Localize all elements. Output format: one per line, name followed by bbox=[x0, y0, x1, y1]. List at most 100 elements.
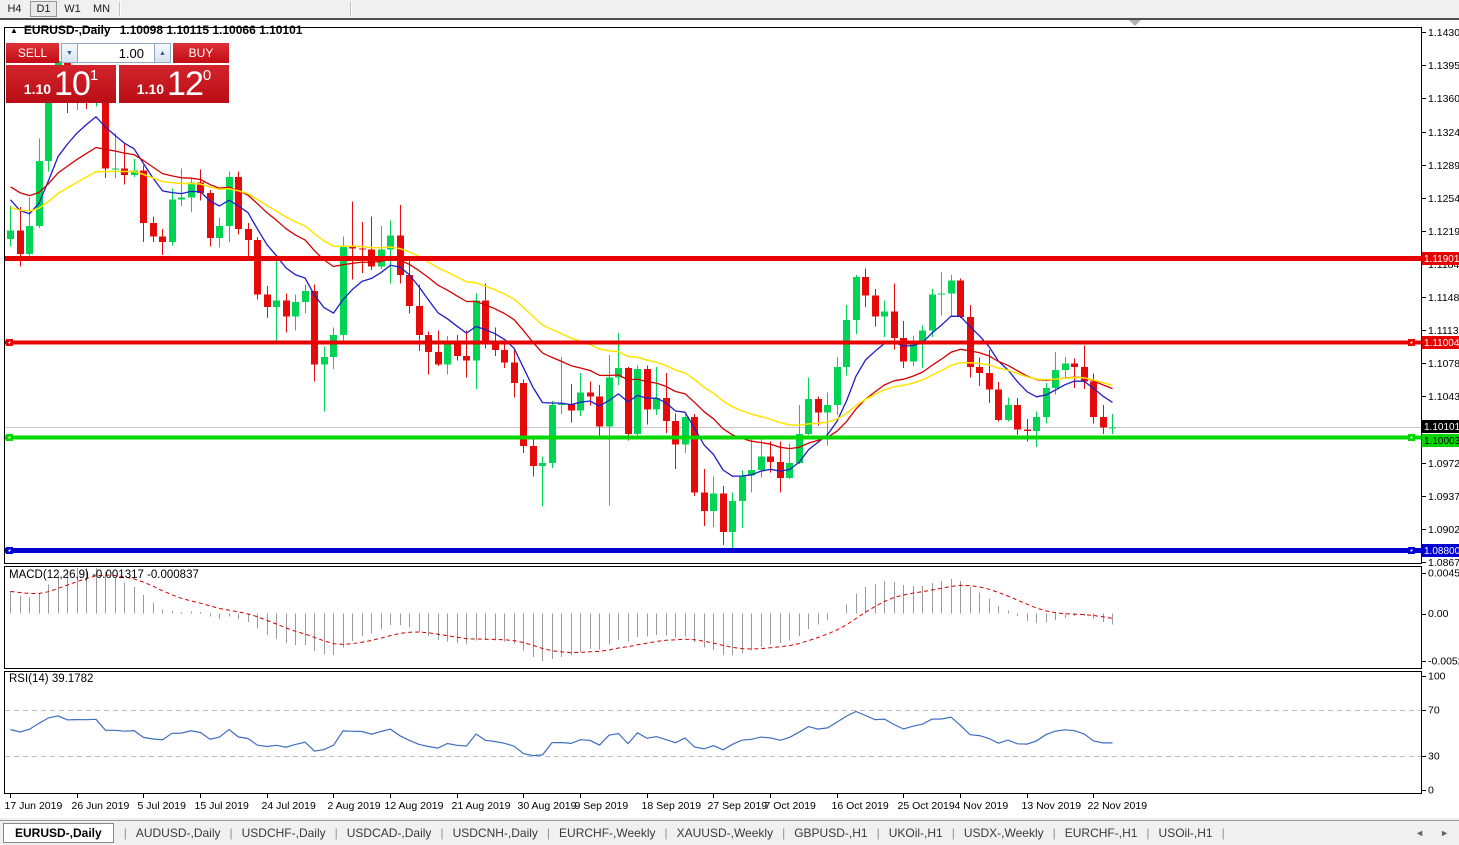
svg-text:1.10003: 1.10003 bbox=[1424, 436, 1459, 447]
spin-down-icon: ▼ bbox=[66, 49, 73, 57]
svg-text:9 Sep 2019: 9 Sep 2019 bbox=[575, 800, 629, 812]
macd-indicator-label: MACD(12,26,9) -0.001317 -0.000837 bbox=[9, 569, 199, 581]
svg-text:4 Nov 2019: 4 Nov 2019 bbox=[955, 800, 1009, 812]
collapse-arrow-icon[interactable]: ▲ bbox=[10, 26, 18, 35]
chart-canvas[interactable]: 1.14300 1.13950 1.13600 1.13240 1.12890 1.125… bbox=[0, 0, 1459, 845]
tab-usdx-weekly[interactable]: USDX-,Weekly bbox=[962, 823, 1046, 843]
bid-price-prefix: 1.10 bbox=[23, 81, 52, 97]
tab-usdcad-daily[interactable]: USDCAD-,Daily bbox=[345, 823, 434, 843]
svg-text:26 Jun 2019: 26 Jun 2019 bbox=[72, 800, 130, 812]
tab-separator bbox=[223, 826, 240, 840]
svg-text:1.11130: 1.11130 bbox=[1428, 325, 1459, 337]
volume-input[interactable]: 1.00 bbox=[78, 43, 154, 63]
svg-text:5 Jul 2019: 5 Jul 2019 bbox=[138, 800, 187, 812]
chart-title: ▲ EURUSD-,Daily 1.10098 1.10115 1.10066 … bbox=[10, 23, 302, 37]
volume-decrease-button[interactable]: ▼ bbox=[61, 43, 78, 63]
svg-text:1.12890: 1.12890 bbox=[1428, 160, 1459, 172]
svg-text:1.10430: 1.10430 bbox=[1428, 391, 1459, 403]
svg-text:1.10780: 1.10780 bbox=[1428, 358, 1459, 370]
buy-button[interactable]: BUY bbox=[173, 43, 229, 63]
tab-scroll-left-icon[interactable]: ◄ bbox=[1415, 828, 1424, 838]
svg-text:22 Nov 2019: 22 Nov 2019 bbox=[1088, 800, 1148, 812]
ask-price-panel[interactable]: 1.10 12 0 bbox=[119, 65, 229, 103]
spin-up-icon: ▲ bbox=[159, 49, 166, 57]
price-axis: 1.14300 1.13950 1.13600 1.13240 1.12890 1.125… bbox=[1421, 27, 1459, 569]
tab-eurchf-h1[interactable]: EURCHF-,H1 bbox=[1063, 823, 1140, 843]
svg-text:12 Aug 2019: 12 Aug 2019 bbox=[385, 800, 444, 812]
rsi-indicator-label: RSI(14) 39.1782 bbox=[9, 673, 94, 685]
svg-text:1.09720: 1.09720 bbox=[1428, 458, 1459, 470]
chart-shift-marker-icon bbox=[1129, 20, 1141, 26]
svg-text:25 Oct 2019: 25 Oct 2019 bbox=[898, 800, 955, 812]
tab-usdchf-daily[interactable]: USDCHF-,Daily bbox=[240, 823, 328, 843]
svg-text:1.14300: 1.14300 bbox=[1428, 27, 1459, 39]
svg-text:1.12540: 1.12540 bbox=[1428, 193, 1459, 205]
one-click-trade-panel: SELL ▼ 1.00 ▲ BUY 1.10 10 1 1.10 12 0 bbox=[6, 43, 229, 103]
svg-text:21 Aug 2019: 21 Aug 2019 bbox=[452, 800, 511, 812]
tab-separator bbox=[540, 826, 557, 840]
tab-eurusd-daily[interactable]: EURUSD-,Daily bbox=[3, 823, 114, 843]
bid-price-panel[interactable]: 1.10 10 1 bbox=[6, 65, 116, 103]
bid-price-pips: 10 bbox=[54, 65, 91, 103]
svg-text:1.13240: 1.13240 bbox=[1428, 127, 1459, 139]
timeframe-button-h4[interactable]: H4 bbox=[1, 1, 28, 17]
svg-text:30: 30 bbox=[1428, 750, 1440, 762]
chart-tab-bar: EURUSD-,Daily AUDUSD-,Daily USDCHF-,Dail… bbox=[0, 820, 1459, 845]
svg-text:1.10101: 1.10101 bbox=[1424, 422, 1459, 433]
svg-text:30 Aug 2019: 30 Aug 2019 bbox=[518, 800, 577, 812]
tab-eurchf-weekly[interactable]: EURCHF-,Weekly bbox=[557, 823, 657, 843]
svg-text:16 Oct 2019: 16 Oct 2019 bbox=[832, 800, 889, 812]
tab-separator bbox=[775, 826, 792, 840]
svg-text:15 Jul 2019: 15 Jul 2019 bbox=[195, 800, 249, 812]
tab-audusd-daily[interactable]: AUDUSD-,Daily bbox=[134, 823, 223, 843]
tab-usoil-h1[interactable]: USOil-,H1 bbox=[1157, 823, 1215, 843]
ask-price-pips: 12 bbox=[167, 65, 204, 103]
toolbar-separator bbox=[350, 2, 352, 16]
rsi-axis: 100 70 30 0 bbox=[1421, 671, 1446, 797]
tab-separator bbox=[657, 826, 674, 840]
svg-text:0.004536: 0.004536 bbox=[1428, 568, 1459, 580]
svg-text:27 Sep 2019: 27 Sep 2019 bbox=[708, 800, 768, 812]
svg-text:24 Jul 2019: 24 Jul 2019 bbox=[262, 800, 316, 812]
svg-text:18 Sep 2019: 18 Sep 2019 bbox=[642, 800, 702, 812]
svg-text:1.12190: 1.12190 bbox=[1428, 226, 1459, 238]
tab-separator bbox=[1046, 826, 1063, 840]
svg-text:0: 0 bbox=[1428, 785, 1434, 797]
svg-text:70: 70 bbox=[1428, 705, 1440, 717]
bid-price-point: 1 bbox=[89, 67, 99, 84]
volume-increase-button[interactable]: ▲ bbox=[154, 43, 171, 63]
svg-text:1.09020: 1.09020 bbox=[1428, 524, 1459, 536]
svg-text:1.13600: 1.13600 bbox=[1428, 93, 1459, 105]
tab-separator bbox=[1215, 826, 1232, 840]
timeframe-button-mn[interactable]: MN bbox=[88, 1, 115, 17]
svg-text:1.11004: 1.11004 bbox=[1424, 338, 1459, 349]
macd-axis: 0.004536 0.00 -0.00520 bbox=[1421, 568, 1459, 668]
timeframe-toolbar: H4 D1 W1 MN bbox=[0, 0, 1459, 18]
ask-price-prefix: 1.10 bbox=[136, 81, 165, 97]
ohlc-readout: 1.10098 1.10115 1.10066 1.10101 bbox=[119, 23, 303, 37]
sell-button[interactable]: SELL bbox=[6, 43, 59, 63]
svg-text:1.08800: 1.08800 bbox=[1424, 546, 1459, 557]
svg-text:13 Nov 2019: 13 Nov 2019 bbox=[1022, 800, 1082, 812]
svg-text:2 Aug 2019: 2 Aug 2019 bbox=[328, 800, 381, 812]
tab-ukoil-h1[interactable]: UKOil-,H1 bbox=[887, 823, 945, 843]
tab-separator bbox=[433, 826, 450, 840]
svg-text:1.09370: 1.09370 bbox=[1428, 491, 1459, 503]
tab-separator bbox=[945, 826, 962, 840]
svg-text:1.11480: 1.11480 bbox=[1428, 292, 1459, 304]
tab-xauusd-weekly[interactable]: XAUUSD-,Weekly bbox=[675, 823, 775, 843]
svg-text:-0.00520: -0.00520 bbox=[1428, 656, 1459, 668]
timeframe-button-w1[interactable]: W1 bbox=[59, 1, 86, 17]
tab-separator bbox=[1139, 826, 1156, 840]
svg-text:1.13950: 1.13950 bbox=[1428, 60, 1459, 72]
toolbar-separator bbox=[119, 2, 121, 16]
timeframe-button-d1[interactable]: D1 bbox=[30, 1, 57, 17]
tab-gbpusd-h1[interactable]: GBPUSD-,H1 bbox=[792, 823, 869, 843]
svg-text:1.11901: 1.11901 bbox=[1424, 254, 1459, 265]
svg-text:100: 100 bbox=[1428, 671, 1446, 683]
tab-usdcnh-daily[interactable]: USDCNH-,Daily bbox=[451, 823, 540, 843]
tab-separator bbox=[870, 826, 887, 840]
symbol-label: EURUSD-,Daily bbox=[23, 23, 111, 37]
date-axis: 17 Jun 2019 26 Jun 2019 5 Jul 2019 15 Jul 2… bbox=[5, 794, 1148, 812]
tab-scroll-right-icon[interactable]: ► bbox=[1440, 828, 1449, 838]
